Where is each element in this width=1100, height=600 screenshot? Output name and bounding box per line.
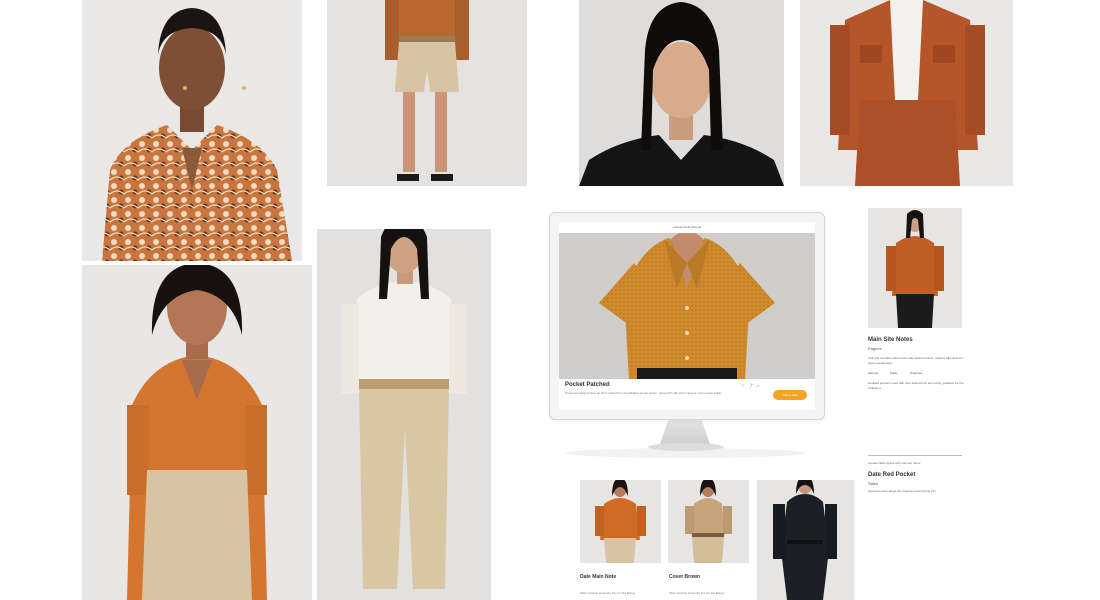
detail-title: Main Site Notes <box>868 337 913 343</box>
thumb-text-1: Short product summary line for the listi… <box>580 591 636 595</box>
photo-rust-jacket-set[interactable] <box>800 0 1013 186</box>
photo-white-shirt-trousers[interactable] <box>317 229 491 600</box>
monitor-mockup: Casual Outfit Sample Pocket Patched Text… <box>549 212 825 420</box>
detail-section2-sub: Sales <box>868 480 879 486</box>
detail-panel: Main Site Notes Pagees Soft rust overshi… <box>868 337 964 390</box>
add-to-cart-button[interactable]: Add to Cart <box>773 390 807 400</box>
photo-rust-shirt-fullbody[interactable] <box>868 208 962 328</box>
detail-divider <box>868 455 962 456</box>
product-description: Textured orange button-up shirt crafted … <box>565 391 722 395</box>
product-hero-image[interactable] <box>559 233 815 379</box>
detail-description-2: Detailed product notes with care instruc… <box>868 381 964 390</box>
photo-black-shirt-portrait[interactable] <box>579 0 784 186</box>
thumb-black-jumpsuit[interactable] <box>757 480 854 600</box>
detail-meta-item: Made <box>890 371 898 376</box>
heart-icon[interactable]: ♡ <box>741 383 749 388</box>
photo-shirt-shorts-fullbody[interactable] <box>327 0 527 186</box>
detail-section2-text: Crease fabric styles with summer tones <box>868 461 921 465</box>
thumb-orange-shirt[interactable] <box>580 480 661 563</box>
detail-description: Soft rust overshirt paired with wide bla… <box>868 356 963 365</box>
thumb-caption-1: Date Main Note <box>580 574 617 580</box>
detail-meta-item: Sample <box>868 371 879 376</box>
monitor-screen: Casual Outfit Sample Pocket Patched Text… <box>559 222 815 410</box>
detail-subtitle: Pagees <box>868 346 882 351</box>
detail-section-2: Crease fabric styles with summer tones D… <box>868 461 964 493</box>
share-icon[interactable]: ⤴ <box>749 383 757 388</box>
product-action-icons: ♡⤴⌕ <box>741 383 763 389</box>
monitor-stand-neck <box>660 418 710 444</box>
product-info-bar: Pocket Patched Textured orange button-up… <box>559 379 815 410</box>
screen-top-label: Casual Outfit Sample <box>672 225 702 229</box>
thumb-beige-set[interactable] <box>668 480 749 563</box>
screen-top-bar: Casual Outfit Sample <box>559 222 815 233</box>
detail-section2-title: Date Red Pocket <box>868 471 916 478</box>
detail-meta-item: Ordersee <box>909 371 923 376</box>
thumb-text-2: Short product summary line for the listi… <box>669 591 725 595</box>
monitor-stand-base <box>648 443 724 451</box>
detail-section2-desc: Selected notes about the collection and … <box>868 488 937 493</box>
detail-meta-row: Sample Made Ordersee <box>868 371 964 375</box>
photo-patterned-shirt-portrait[interactable] <box>82 0 302 261</box>
thumb-caption-2: Cover Brown <box>669 574 701 580</box>
product-title: Pocket Patched <box>565 382 610 388</box>
search-icon[interactable]: ⌕ <box>757 383 763 388</box>
photo-orange-blouse-portrait[interactable] <box>82 265 312 600</box>
